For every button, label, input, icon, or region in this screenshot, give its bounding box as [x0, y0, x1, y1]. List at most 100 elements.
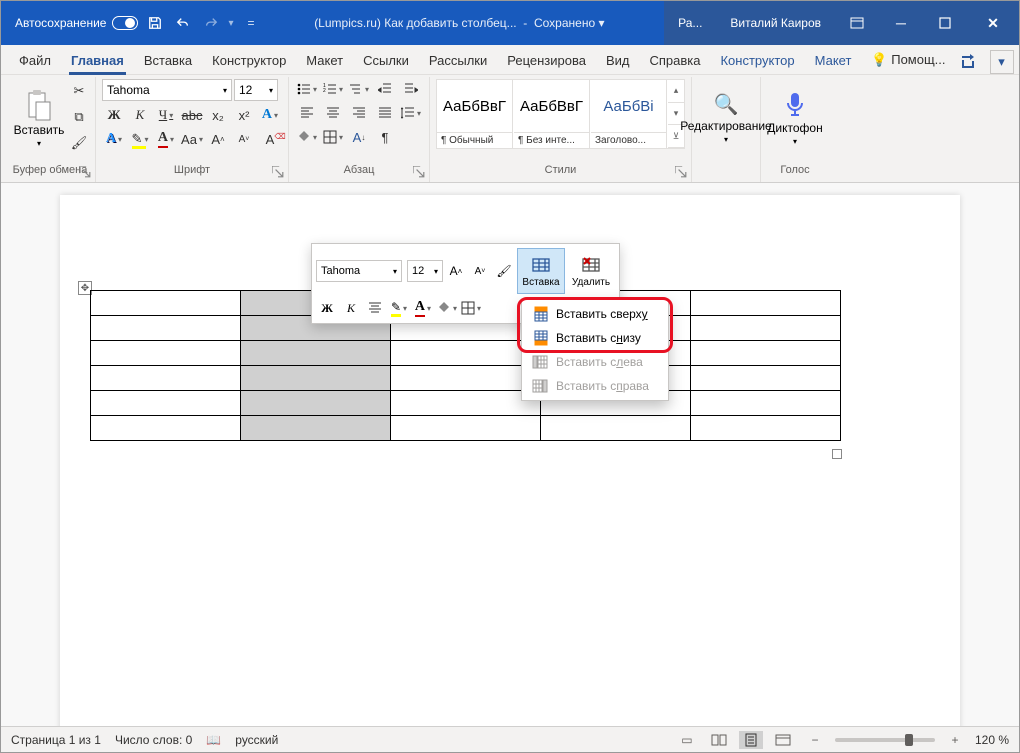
text-effects-button[interactable]: A — [258, 105, 282, 125]
dialog-launcher-icon[interactable] — [79, 166, 91, 178]
insert-row-above[interactable]: Вставить сверху — [524, 302, 666, 326]
increase-indent-button[interactable] — [399, 79, 423, 99]
ribbon-display-button[interactable] — [835, 1, 879, 45]
bullets-button[interactable] — [295, 79, 319, 99]
align-center-button[interactable] — [321, 103, 345, 123]
tab-insert[interactable]: Вставка — [134, 49, 202, 74]
italic-button[interactable]: К — [128, 105, 152, 125]
format-painter-button[interactable]: 🖌 — [69, 133, 89, 153]
styles-gallery[interactable]: АаБбВвГ ¶ Обычный АаБбВвГ ¶ Без инте... … — [436, 79, 685, 149]
undo-button[interactable] — [172, 12, 194, 34]
page-indicator[interactable]: Страница 1 из 1 — [11, 733, 101, 747]
paste-button[interactable]: Вставить ▾ — [11, 79, 67, 157]
tab-view[interactable]: Вид — [596, 49, 640, 74]
mini-shading[interactable] — [436, 297, 458, 319]
align-left-button[interactable] — [295, 103, 319, 123]
font-color-button[interactable]: A — [154, 129, 178, 149]
styles-up-button[interactable]: ▴ — [668, 80, 684, 103]
shrink-font-button[interactable]: A˅ — [232, 129, 256, 149]
justify-button[interactable] — [373, 103, 397, 123]
tab-design[interactable]: Конструктор — [202, 49, 296, 74]
mini-shrink-font[interactable]: A˅ — [469, 260, 491, 282]
editing-dropdown[interactable]: 🔍 Редактирование ▾ — [698, 79, 754, 157]
mini-insert-split[interactable]: Вставка — [517, 248, 565, 294]
tab-layout[interactable]: Макет — [296, 49, 353, 74]
maximize-button[interactable] — [923, 1, 967, 45]
mini-font-color[interactable]: A — [412, 297, 434, 319]
highlight-button[interactable]: ✎ — [128, 129, 152, 149]
read-mode-button[interactable] — [707, 731, 731, 749]
tell-me[interactable]: 💡 Помощ... — [861, 48, 955, 74]
share-button[interactable] — [956, 50, 980, 74]
clear-formatting-button[interactable]: A⌫ — [258, 129, 282, 149]
mini-format-painter[interactable]: 🖌 — [493, 260, 515, 282]
zoom-in-button[interactable]: + — [943, 731, 967, 749]
subscript-button[interactable]: x₂ — [206, 105, 230, 125]
dialog-launcher-icon[interactable] — [675, 166, 687, 178]
align-right-button[interactable] — [347, 103, 371, 123]
tab-table-layout[interactable]: Макет — [805, 49, 862, 74]
superscript-button[interactable]: x² — [232, 105, 256, 125]
comments-button[interactable]: ▾ — [990, 50, 1014, 74]
save-button[interactable] — [144, 12, 166, 34]
insert-column-right[interactable]: Вставить справа — [524, 374, 666, 398]
tab-table-design[interactable]: Конструктор — [710, 49, 804, 74]
show-marks-button[interactable]: ¶ — [373, 127, 397, 147]
numbering-button[interactable]: 12 — [321, 79, 345, 99]
underline-button[interactable]: Ч — [154, 105, 178, 125]
zoom-slider[interactable] — [835, 738, 935, 742]
mini-font-combo[interactable]: Tahoma▾ — [316, 260, 402, 282]
insert-column-left[interactable]: Вставить слева — [524, 350, 666, 374]
mini-align[interactable] — [364, 297, 386, 319]
mini-size-combo[interactable]: 12▾ — [407, 260, 443, 282]
mini-delete-split[interactable]: Удалить — [567, 248, 615, 294]
language-indicator[interactable]: русский — [235, 733, 278, 747]
doc-mode[interactable]: Ра... — [664, 16, 716, 30]
sort-button[interactable]: A↓ — [347, 127, 371, 147]
mini-bold[interactable]: Ж — [316, 297, 338, 319]
user-account[interactable]: Виталий Каиров — [716, 16, 835, 30]
grow-font-button[interactable]: A˄ — [206, 129, 230, 149]
style-no-spacing[interactable]: АаБбВвГ ¶ Без инте... — [514, 80, 590, 148]
zoom-out-button[interactable]: − — [803, 731, 827, 749]
cut-button[interactable]: ✂ — [69, 81, 89, 101]
dialog-launcher-icon[interactable] — [413, 166, 425, 178]
close-button[interactable]: ✕ — [967, 1, 1019, 45]
tab-file[interactable]: Файл — [9, 49, 61, 74]
line-spacing-button[interactable] — [399, 103, 423, 123]
borders-button[interactable] — [321, 127, 345, 147]
table-resize-handle[interactable] — [832, 449, 842, 459]
copy-button[interactable]: ⧉ — [69, 107, 89, 127]
dialog-launcher-icon[interactable] — [272, 166, 284, 178]
autosave-toggle[interactable]: Автосохранение — [15, 16, 138, 30]
tab-home[interactable]: Главная — [61, 49, 134, 74]
decrease-indent-button[interactable] — [373, 79, 397, 99]
insert-row-below[interactable]: Вставить снизу — [524, 326, 666, 350]
dictate-button[interactable]: Диктофон ▾ — [767, 79, 823, 157]
mini-highlight[interactable]: ✎ — [388, 297, 410, 319]
focus-mode-button[interactable]: ▭ — [675, 731, 699, 749]
web-layout-button[interactable] — [771, 731, 795, 749]
tab-help[interactable]: Справка — [639, 49, 710, 74]
tab-mailings[interactable]: Рассылки — [419, 49, 497, 74]
mini-grow-font[interactable]: A˄ — [445, 260, 467, 282]
word-count[interactable]: Число слов: 0 — [115, 733, 192, 747]
font-size-combo[interactable]: 12▾ — [234, 79, 278, 101]
bold-button[interactable]: Ж — [102, 105, 126, 125]
mini-borders[interactable] — [460, 297, 482, 319]
tab-review[interactable]: Рецензирова — [497, 49, 596, 74]
tab-references[interactable]: Ссылки — [353, 49, 419, 74]
strikethrough-button[interactable]: abc — [180, 105, 204, 125]
zoom-level[interactable]: 120 % — [975, 733, 1009, 747]
style-heading1[interactable]: АаБбВі Заголово... — [591, 80, 667, 148]
spell-check-icon[interactable]: 📖 — [206, 733, 221, 747]
style-normal[interactable]: АаБбВвГ ¶ Обычный — [437, 80, 513, 148]
multilevel-button[interactable] — [347, 79, 371, 99]
minimize-button[interactable]: ─ — [879, 1, 923, 45]
font-name-combo[interactable]: Tahoma▾ — [102, 79, 232, 101]
print-layout-button[interactable] — [739, 731, 763, 749]
text-fill-button[interactable]: A — [102, 129, 126, 149]
shading-button[interactable] — [295, 127, 319, 147]
change-case-button[interactable]: Aa — [180, 129, 204, 149]
mini-italic[interactable]: К — [340, 297, 362, 319]
